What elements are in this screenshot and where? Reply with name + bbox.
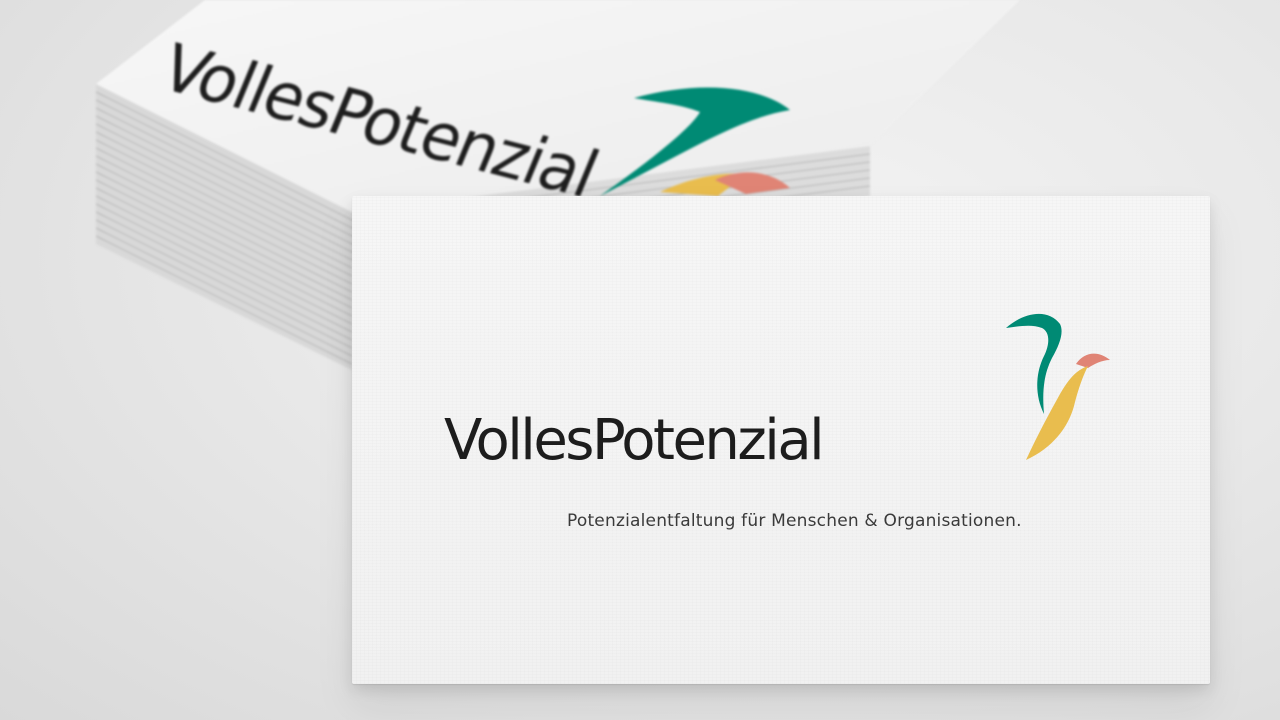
logo-mark-icon <box>1006 313 1110 460</box>
brand-name: VollesPotenzial <box>444 408 825 473</box>
front-business-card: VollesPotenzial Potenzialentfaltung für … <box>352 196 1210 684</box>
brand-tagline: Potenzialentfaltung für Menschen & Organ… <box>567 511 1022 531</box>
